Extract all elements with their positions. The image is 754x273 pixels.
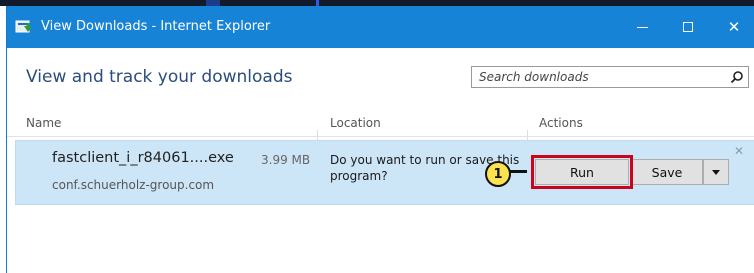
- file-name: fastclient_i_r84061....exe: [52, 150, 234, 166]
- maximize-icon: [683, 22, 693, 32]
- close-icon: ✕: [727, 18, 741, 36]
- step-callout-badge: 1: [485, 161, 511, 187]
- file-size: 3.99 MB: [261, 153, 311, 167]
- column-header-actions[interactable]: Actions: [539, 116, 583, 130]
- run-button-label: Run: [570, 164, 594, 180]
- close-button[interactable]: ✕: [711, 6, 754, 48]
- save-options-dropdown-button[interactable]: [703, 159, 729, 185]
- window-title: View Downloads - Internet Explorer: [41, 19, 271, 34]
- chevron-down-icon: [712, 169, 720, 175]
- column-header-name[interactable]: Name: [26, 116, 61, 130]
- title-bar[interactable]: View Downloads - Internet Explorer ✕: [7, 6, 754, 48]
- minimize-button[interactable]: [619, 6, 665, 48]
- downloads-window: View Downloads - Internet Explorer ✕ Vie…: [6, 6, 754, 273]
- download-row[interactable]: fastclient_i_r84061....exe 3.99 MB conf.…: [15, 140, 754, 205]
- dismiss-download-icon[interactable]: ✕: [734, 144, 744, 158]
- save-button[interactable]: Save: [631, 159, 703, 185]
- minimize-icon: [636, 26, 648, 28]
- search-box[interactable]: [471, 66, 749, 88]
- run-button[interactable]: Run: [535, 159, 629, 185]
- search-icon[interactable]: [730, 70, 744, 84]
- column-header-location[interactable]: Location: [330, 116, 381, 130]
- page-title: View and track your downloads: [26, 67, 293, 87]
- ie-downloads-app-icon: [15, 20, 32, 33]
- maximize-button[interactable]: [665, 6, 711, 48]
- file-source-domain: conf.schuerholz-group.com: [52, 178, 215, 192]
- header-divider: [7, 136, 754, 137]
- search-input[interactable]: [472, 67, 729, 87]
- save-button-label: Save: [651, 164, 683, 180]
